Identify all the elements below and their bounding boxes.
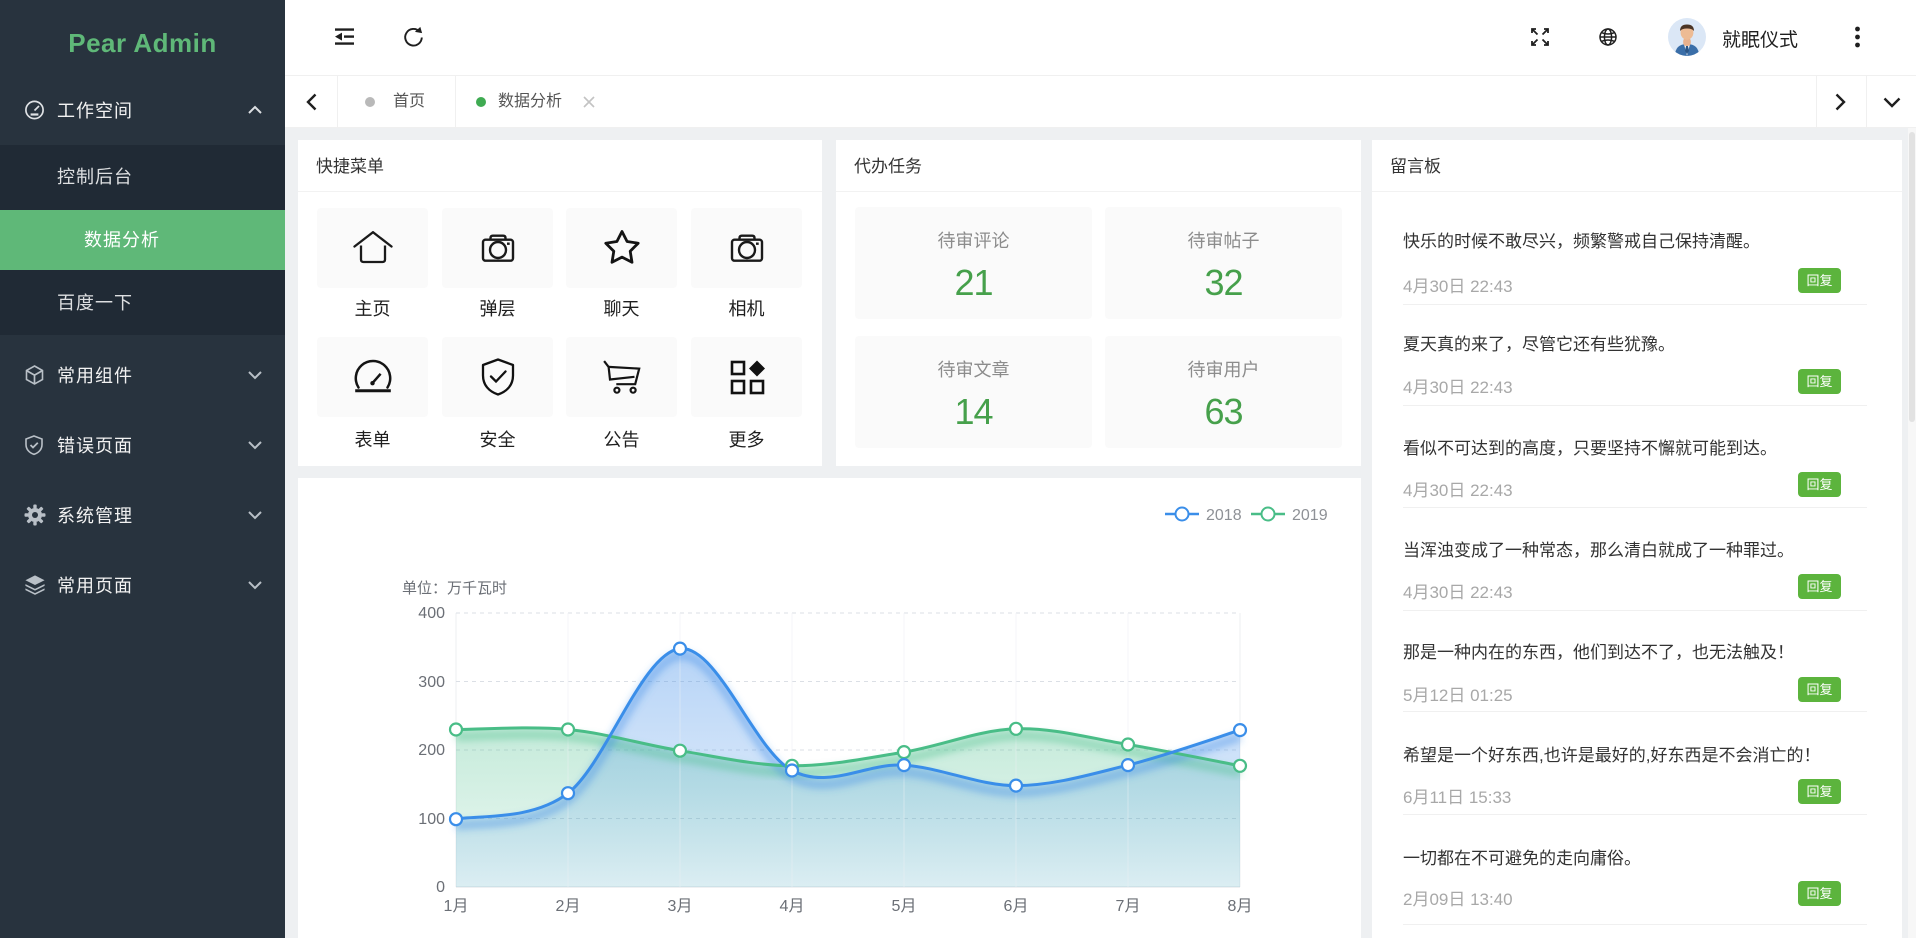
svg-text:7月: 7月 (1116, 898, 1141, 915)
svg-text:300: 300 (418, 674, 445, 691)
svg-text:4月: 4月 (780, 898, 805, 915)
svg-text:2月: 2月 (556, 898, 581, 915)
svg-text:6月: 6月 (1004, 898, 1029, 915)
svg-text:3月: 3月 (668, 898, 693, 915)
svg-text:2018: 2018 (1206, 507, 1242, 524)
svg-text:1月: 1月 (444, 898, 469, 915)
svg-text:0: 0 (436, 879, 445, 896)
svg-text:8月: 8月 (1228, 898, 1253, 915)
svg-text:400: 400 (418, 605, 445, 622)
svg-text:100: 100 (418, 811, 445, 828)
svg-text:单位：万千瓦时: 单位：万千瓦时 (402, 580, 507, 597)
svg-text:200: 200 (418, 742, 445, 759)
svg-text:2019: 2019 (1292, 507, 1328, 524)
svg-text:5月: 5月 (892, 898, 917, 915)
